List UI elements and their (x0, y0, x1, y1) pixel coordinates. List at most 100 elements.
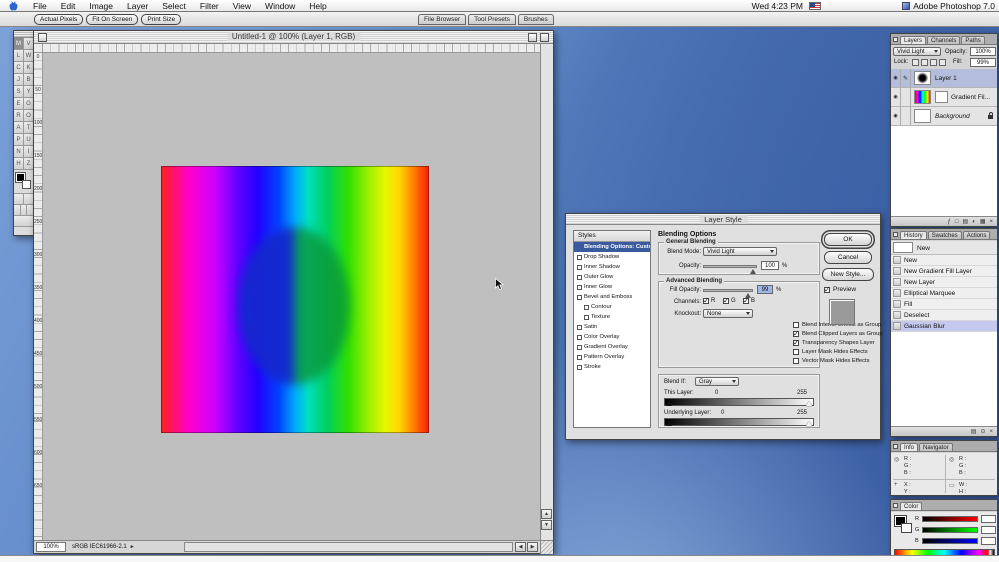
style-checkbox[interactable] (584, 305, 589, 310)
knockout-dropdown[interactable]: None (703, 309, 753, 318)
style-checkbox[interactable] (577, 365, 582, 370)
tab-layers[interactable]: Layers (900, 36, 926, 44)
blue-slider[interactable] (922, 538, 978, 544)
delete-state-button[interactable]: × (989, 429, 993, 435)
this-layer-ramp[interactable] (664, 398, 814, 406)
vertical-scrollbar[interactable]: ▲ ▼ (540, 44, 553, 540)
menu-item[interactable]: Select (155, 0, 193, 12)
red-slider[interactable] (922, 516, 978, 522)
layer1-name[interactable]: Layer 1 (935, 75, 957, 82)
new-set-button[interactable]: ▤ (963, 218, 969, 225)
ok-button[interactable]: OK (824, 233, 872, 246)
delete-layer-button[interactable]: × (989, 219, 993, 225)
palette-well-tab[interactable]: Tool Presets (468, 14, 516, 25)
healing-brush-tool[interactable]: J (14, 74, 24, 86)
tab-paths[interactable]: Paths (961, 36, 984, 44)
channel-g-checkbox[interactable] (723, 298, 729, 304)
keyboard-flag-icon[interactable] (809, 2, 821, 10)
eraser-tool[interactable]: E (14, 98, 24, 110)
rectangular-marquee-tool[interactable]: M (14, 38, 24, 50)
black-marker-icon[interactable] (666, 401, 672, 406)
blending-option-row[interactable]: Layer Mask Hides Effects (793, 349, 868, 355)
menu-item[interactable]: Help (302, 0, 333, 12)
tab-info[interactable]: Info (900, 443, 918, 451)
canvas-area[interactable] (43, 53, 542, 542)
palette-well-tab[interactable]: File Browser (418, 14, 466, 25)
style-checkbox[interactable] (577, 265, 582, 270)
zoom-percentage-field[interactable]: 100% (36, 542, 66, 552)
layer-row-gradient-fill[interactable]: ◉ Gradient Fil... (891, 88, 997, 107)
channel-r-checkbox[interactable] (703, 298, 709, 304)
visibility-eye-icon[interactable]: ◉ (891, 88, 901, 106)
menu-item[interactable]: Image (82, 0, 120, 12)
standard-mode-button[interactable] (14, 194, 24, 204)
layer-style-list-item[interactable]: Bevel and Emboss (574, 292, 650, 302)
background-thumbnail[interactable] (914, 109, 931, 123)
background-color-swatch[interactable] (901, 523, 912, 533)
gradient-fill-thumbnail[interactable] (914, 90, 931, 104)
option-checkbox[interactable] (793, 349, 799, 355)
document-titlebar[interactable]: Untitled-1 @ 100% (Layer 1, RGB) (34, 31, 553, 44)
lock-all-button[interactable] (939, 59, 946, 66)
fill-opacity-value-field[interactable]: 99 (757, 285, 773, 294)
option-checkbox[interactable] (793, 358, 799, 364)
blue-value-field[interactable] (981, 537, 996, 545)
collapse-box[interactable] (528, 33, 537, 42)
layer-style-list-item[interactable]: Stroke (574, 362, 650, 372)
apple-menu[interactable] (0, 1, 26, 11)
menu-item[interactable]: View (226, 0, 258, 12)
white-marker-icon[interactable] (806, 401, 812, 406)
layer-style-list-item[interactable]: Inner Shadow (574, 262, 650, 272)
new-style-button[interactable]: New Style... (822, 268, 874, 281)
tab-navigator[interactable]: Navigator (919, 443, 953, 451)
menu-item[interactable]: Edit (54, 0, 83, 12)
layer-effects-button[interactable]: ƒ (948, 219, 951, 225)
tab-actions[interactable]: Actions (963, 231, 991, 239)
status-popup-arrow-icon[interactable]: ► (130, 544, 135, 550)
palette-well-tab[interactable]: Brushes (518, 14, 554, 25)
visibility-eye-icon[interactable]: ◉ (891, 69, 901, 87)
history-step[interactable]: Deselect (891, 310, 997, 321)
layer-style-list-item[interactable]: Gradient Overlay (574, 342, 650, 352)
fill-opacity-slider[interactable] (703, 289, 753, 292)
history-step[interactable]: Gaussian Blur (891, 321, 997, 332)
new-document-from-state-button[interactable]: ▤ (971, 428, 977, 435)
style-checkbox[interactable] (577, 295, 582, 300)
channel-b-checkbox[interactable] (743, 298, 749, 304)
visibility-eye-icon[interactable]: ◉ (891, 107, 901, 125)
new-snapshot-button[interactable]: ⊙ (980, 428, 985, 435)
blur-tool[interactable]: R (14, 110, 24, 122)
underlying-layer-ramp[interactable] (664, 418, 814, 426)
white-marker-icon[interactable] (806, 421, 812, 426)
tab-channels[interactable]: Channels (927, 36, 960, 44)
layer-row-background[interactable]: ◉ Background (891, 107, 997, 126)
lasso-tool[interactable]: L (14, 50, 24, 62)
palette-close-box[interactable] (893, 37, 898, 42)
lock-transparency-button[interactable] (912, 59, 919, 66)
black-marker-icon[interactable] (666, 421, 672, 426)
red-value-field[interactable] (981, 515, 996, 523)
cancel-button[interactable]: Cancel (824, 251, 872, 264)
application-menu[interactable]: Adobe Photoshop 7.0 (902, 0, 995, 12)
layer-style-list-item[interactable]: Contour (574, 302, 650, 312)
gradient-layer-name[interactable]: Gradient Fil... (951, 94, 990, 101)
snapshot-name[interactable]: New (917, 245, 930, 252)
layer-style-list-item[interactable]: Blending Options: Custom (574, 242, 650, 252)
menu-item[interactable]: Filter (193, 0, 226, 12)
crop-tool[interactable]: C (14, 62, 24, 74)
notes-tool[interactable]: N (14, 146, 24, 158)
layer-row-layer1[interactable]: ◉ ✎ Layer 1 (891, 69, 997, 88)
option-checkbox[interactable] (793, 340, 799, 346)
hand-tool[interactable]: H (14, 158, 24, 170)
gradient-mask-thumbnail[interactable] (935, 91, 948, 103)
style-checkbox[interactable] (577, 285, 582, 290)
add-mask-button[interactable]: □ (955, 219, 959, 225)
palette-close-box[interactable] (893, 503, 898, 508)
ruler-origin-corner[interactable] (34, 44, 43, 53)
layer1-thumbnail[interactable] (914, 71, 931, 85)
option-checkbox[interactable] (793, 322, 799, 328)
background-layer-name[interactable]: Background (935, 113, 970, 120)
layer-style-list-item[interactable]: Outer Glow (574, 272, 650, 282)
history-step[interactable]: New (891, 255, 997, 266)
path-selection-tool[interactable]: A (14, 122, 24, 134)
